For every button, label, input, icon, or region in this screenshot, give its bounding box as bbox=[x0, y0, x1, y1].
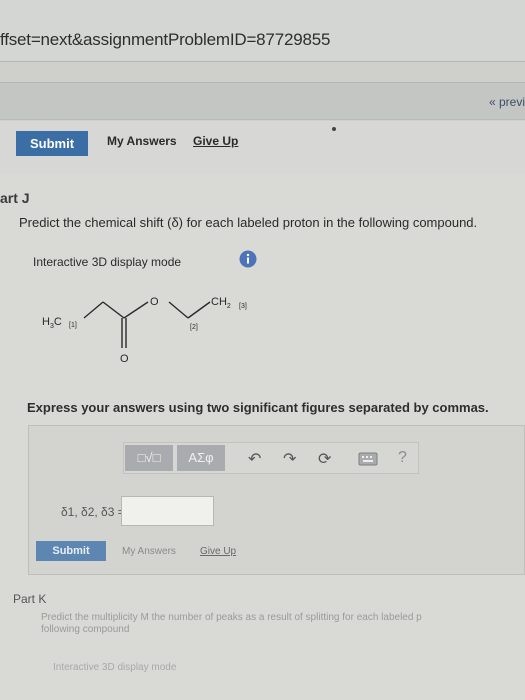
help-icon[interactable]: ? bbox=[398, 449, 407, 467]
submit-button[interactable]: Submit bbox=[16, 131, 88, 156]
ch2-label: CH2 bbox=[211, 296, 231, 310]
reset-icon[interactable]: ⟳ bbox=[318, 449, 331, 469]
part-k-question-line-1: Predict the multiplicity M the number of… bbox=[41, 612, 422, 623]
keyboard-icon[interactable] bbox=[358, 452, 378, 466]
info-icon[interactable] bbox=[239, 250, 257, 268]
part-j-give-up-link[interactable]: Give Up bbox=[200, 546, 236, 557]
interactive-3d-mode-label[interactable]: Interactive 3D display mode bbox=[33, 255, 181, 269]
undo-icon[interactable]: ↶ bbox=[248, 449, 261, 469]
part-k-question-line-2: following compound bbox=[41, 624, 130, 635]
part-j-submit-button[interactable]: Submit bbox=[36, 541, 106, 561]
part-j-title: art J bbox=[0, 190, 30, 206]
part-k-3d-mode-label[interactable]: Interactive 3D display mode bbox=[53, 662, 176, 673]
template-button[interactable]: □√□ bbox=[125, 445, 173, 471]
h3c-label: H3C bbox=[42, 316, 62, 330]
decorative-dot bbox=[332, 127, 336, 131]
my-answers-link[interactable]: My Answers bbox=[107, 134, 177, 148]
part-j-my-answers-link[interactable]: My Answers bbox=[122, 546, 176, 557]
proton-label-3: [3] bbox=[239, 303, 247, 310]
molecule-structure: H3C [1] O O [2] CH2 [3] bbox=[42, 296, 247, 365]
proton-label-2: [2] bbox=[190, 324, 198, 331]
greek-symbols-button[interactable]: AΣφ bbox=[177, 445, 225, 471]
answer-input[interactable] bbox=[121, 496, 214, 526]
navigation-strip bbox=[0, 82, 525, 120]
carbonyl-oxygen-label: O bbox=[120, 353, 129, 365]
ester-oxygen-label: O bbox=[150, 296, 159, 308]
proton-label-1: [1] bbox=[69, 322, 77, 329]
previous-link[interactable]: « previ bbox=[489, 95, 525, 109]
part-k-title: Part K bbox=[13, 592, 47, 606]
url-text[interactable]: ffset=next&assignmentProblemID=87729855 bbox=[0, 30, 330, 50]
answer-label: δ1, δ2, δ3 = bbox=[61, 505, 125, 519]
redo-icon[interactable]: ↷ bbox=[283, 449, 296, 469]
answer-instruction: Express your answers using two significa… bbox=[27, 400, 489, 415]
part-j-question: Predict the chemical shift (δ) for each … bbox=[19, 215, 478, 230]
give-up-link[interactable]: Give Up bbox=[193, 134, 238, 148]
